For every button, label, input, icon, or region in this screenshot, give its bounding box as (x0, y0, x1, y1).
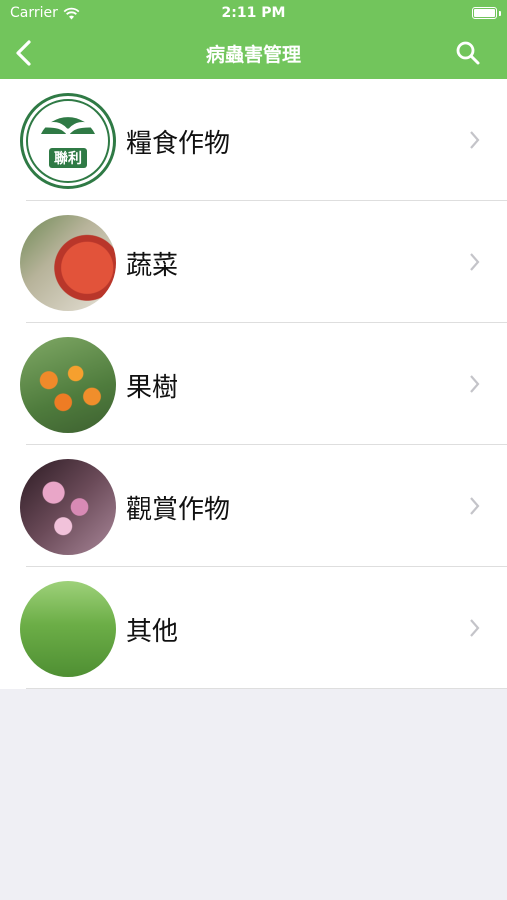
status-bar: Carrier 2:11 PM (0, 0, 507, 27)
navigation-bar: 病蟲害管理 (0, 27, 507, 79)
chevron-right-icon (470, 253, 480, 271)
category-list: 聯利 糧食作物 蔬菜 果樹 觀賞作物 其他 (0, 79, 507, 689)
header: Carrier 2:11 PM 病蟲害管理 (0, 0, 507, 79)
category-row-fruit-trees[interactable]: 果樹 (0, 323, 507, 445)
chevron-right-icon (470, 131, 480, 149)
grass-photo-icon (20, 581, 116, 677)
chevron-right-icon (470, 619, 480, 637)
battery-tip (499, 11, 501, 16)
ornamental-photo-icon (20, 459, 116, 555)
category-row-food-crops[interactable]: 聯利 糧食作物 (0, 79, 507, 201)
category-row-ornamental-crops[interactable]: 觀賞作物 (0, 445, 507, 567)
category-label: 觀賞作物 (126, 495, 231, 525)
category-label: 蔬菜 (126, 251, 179, 281)
category-label: 糧食作物 (126, 129, 231, 159)
logo-graphic: 聯利 (26, 99, 110, 183)
category-row-vegetables[interactable]: 蔬菜 (0, 201, 507, 323)
category-label: 其他 (126, 617, 179, 647)
fruit-tree-photo-icon (20, 337, 116, 433)
logo-text: 聯利 (54, 150, 82, 167)
chevron-right-icon (470, 497, 480, 515)
category-label: 果樹 (126, 373, 179, 403)
category-row-others[interactable]: 其他 (0, 567, 507, 689)
page-title: 病蟲害管理 (205, 44, 301, 66)
clock: 2:11 PM (221, 5, 286, 21)
row-divider (26, 688, 507, 689)
lianli-logo-icon: 聯利 (20, 93, 116, 189)
vegetable-photo-icon (20, 215, 116, 311)
search-icon[interactable] (455, 40, 481, 66)
chevron-right-icon (470, 375, 480, 393)
battery-icon (472, 7, 497, 19)
